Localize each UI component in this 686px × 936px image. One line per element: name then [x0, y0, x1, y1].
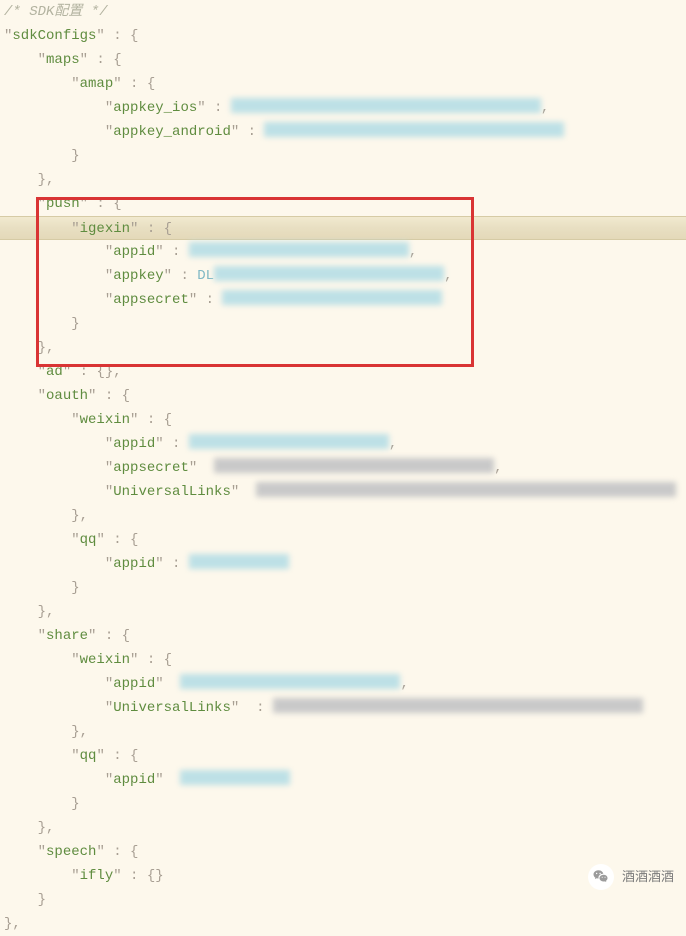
code-line: } — [4, 312, 682, 336]
watermark: 酒酒酒酒 — [588, 864, 674, 890]
code-block: /* SDK配置 */ "sdkConfigs" : { "maps" : { … — [0, 0, 686, 936]
code-line: "weixin" : { — [4, 648, 682, 672]
code-line: "amap" : { — [4, 72, 682, 96]
code-line: "UniversalLinks" : — [4, 696, 682, 720]
code-line: }, — [4, 816, 682, 840]
code-line: "ad" : {}, — [4, 360, 682, 384]
code-line: "igexin" : { — [0, 216, 686, 240]
code-line: "appid" — [4, 768, 682, 792]
code-line: "appid" : , — [4, 240, 682, 264]
code-line: } — [4, 144, 682, 168]
code-line: "appsecret" : — [4, 288, 682, 312]
code-line: "appid" : , — [4, 432, 682, 456]
code-line: }, — [4, 336, 682, 360]
code-line: } — [4, 888, 682, 912]
code-line: "push" : { — [4, 192, 682, 216]
code-line: "UniversalLinks" — [4, 480, 682, 504]
code-line: }, — [4, 720, 682, 744]
code-line: "appkey_android" : — [4, 120, 682, 144]
code-line: "appkey" : DL, — [4, 264, 682, 288]
code-line: "sdkConfigs" : { — [4, 24, 682, 48]
code-line: }, — [4, 168, 682, 192]
code-line: }, — [4, 504, 682, 528]
code-line: "appid" : — [4, 552, 682, 576]
code-line: "share" : { — [4, 624, 682, 648]
code-line: }, — [4, 600, 682, 624]
code-line: } — [4, 576, 682, 600]
comment-line: /* SDK配置 */ — [4, 0, 682, 24]
code-line: "qq" : { — [4, 528, 682, 552]
code-line: "qq" : { — [4, 744, 682, 768]
code-line: "speech" : { — [4, 840, 682, 864]
code-line: "weixin" : { — [4, 408, 682, 432]
code-line: "maps" : { — [4, 48, 682, 72]
code-line: "oauth" : { — [4, 384, 682, 408]
code-line: } — [4, 792, 682, 816]
wechat-icon — [588, 864, 614, 890]
code-line: "ifly" : {} — [4, 864, 682, 888]
code-line: "appid" , — [4, 672, 682, 696]
code-line: }, — [4, 912, 682, 936]
code-line: "appsecret" , — [4, 456, 682, 480]
watermark-text: 酒酒酒酒 — [622, 865, 674, 889]
code-line: "appkey_ios" : , — [4, 96, 682, 120]
